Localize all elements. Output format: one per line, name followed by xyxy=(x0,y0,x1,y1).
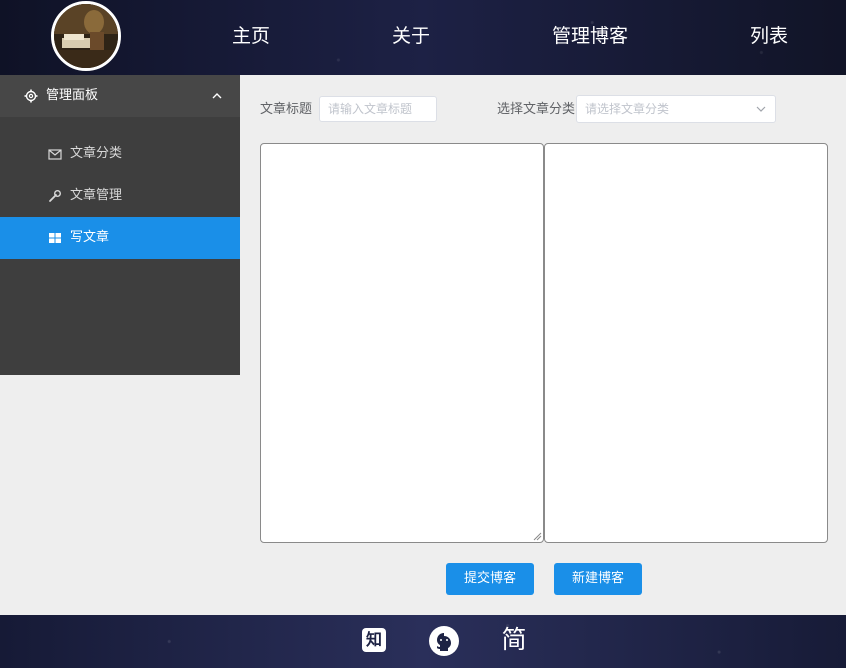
new-blog-button[interactable]: 新建博客 xyxy=(554,563,642,595)
zhihu-icon[interactable]: 知 xyxy=(362,628,386,652)
sidebar-item-article-manage[interactable]: 文章管理 xyxy=(0,175,240,217)
resize-handle-icon[interactable] xyxy=(533,532,542,541)
nav-about[interactable]: 关于 xyxy=(392,22,430,50)
github-icon[interactable] xyxy=(428,625,460,657)
preview-pane xyxy=(544,143,828,543)
markdown-editor[interactable] xyxy=(260,143,544,543)
gear-icon xyxy=(24,89,38,103)
category-select-placeholder: 请选择文章分类 xyxy=(585,102,670,116)
sidebar-item-label: 文章管理 xyxy=(70,188,123,203)
avatar[interactable] xyxy=(51,1,121,71)
mail-icon xyxy=(48,149,62,160)
title-input[interactable]: 请输入文章标题 xyxy=(319,96,437,122)
wrench-icon xyxy=(49,190,61,202)
grid-icon xyxy=(49,233,61,243)
sidebar-item-label: 写文章 xyxy=(70,230,110,245)
footer: 知 简 xyxy=(0,615,846,668)
avatar-image xyxy=(54,4,118,68)
sidebar-group-header[interactable]: 管理面板 xyxy=(0,75,240,117)
sidebar-group-title: 管理面板 xyxy=(46,88,99,103)
chevron-up-icon xyxy=(212,93,222,99)
sidebar-item-write-article[interactable]: 写文章 xyxy=(0,217,240,259)
sidebar-item-label: 文章分类 xyxy=(70,146,123,161)
chevron-down-icon xyxy=(756,106,766,112)
nav-list[interactable]: 列表 xyxy=(750,22,788,50)
submit-blog-button[interactable]: 提交博客 xyxy=(446,563,534,595)
category-select[interactable]: 请选择文章分类 xyxy=(576,95,776,123)
title-label: 文章标题 xyxy=(260,102,313,117)
sidebar: 管理面板 文章分类 文章管理 写文章 xyxy=(0,75,240,375)
nav-manage-blog[interactable]: 管理博客 xyxy=(552,22,628,50)
sidebar-item-article-category[interactable]: 文章分类 xyxy=(0,133,240,175)
jianshu-icon[interactable]: 简 xyxy=(500,624,528,656)
nav-home[interactable]: 主页 xyxy=(232,22,270,50)
top-header: 主页 关于 管理博客 列表 xyxy=(0,0,846,75)
category-label: 选择文章分类 xyxy=(497,102,576,117)
